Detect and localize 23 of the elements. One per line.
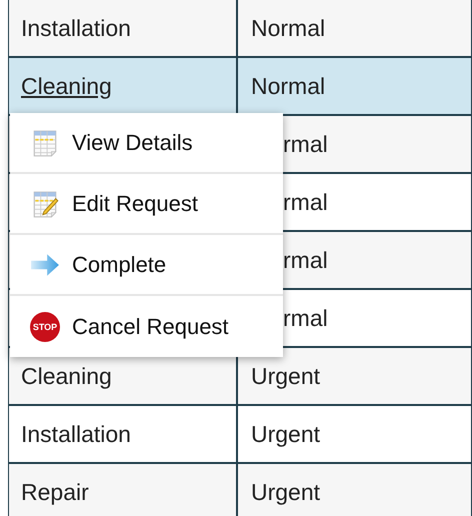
table-row[interactable]: Cleaning Urgent	[9, 348, 471, 406]
menu-item[interactable]: Complete	[10, 235, 283, 296]
priority: Urgent	[251, 362, 320, 390]
table-row[interactable]: Cleaning Normal	[9, 58, 471, 116]
service-type: Cleaning	[21, 362, 112, 390]
menu-item[interactable]: View Details	[10, 113, 283, 174]
priority: Normal	[251, 72, 326, 100]
priority: rmal	[283, 246, 328, 274]
priority: rmal	[283, 304, 328, 332]
priority: Normal	[251, 14, 326, 42]
priority: rmal	[283, 188, 328, 216]
priority: rmal	[283, 130, 328, 158]
service-type: Cleaning	[21, 72, 112, 100]
table-row[interactable]: Repair Urgent	[9, 464, 471, 516]
stop-sign-icon: STOP	[30, 312, 60, 342]
menu-item[interactable]: Edit Request	[10, 174, 283, 235]
priority: Urgent	[251, 478, 320, 506]
priority: Urgent	[251, 420, 320, 448]
service-type: Installation	[21, 420, 131, 448]
table-row[interactable]: Installation Urgent	[9, 406, 471, 464]
service-type: Installation	[21, 14, 131, 42]
table-row[interactable]: Installation Normal	[9, 0, 471, 58]
service-type: Repair	[21, 478, 89, 506]
